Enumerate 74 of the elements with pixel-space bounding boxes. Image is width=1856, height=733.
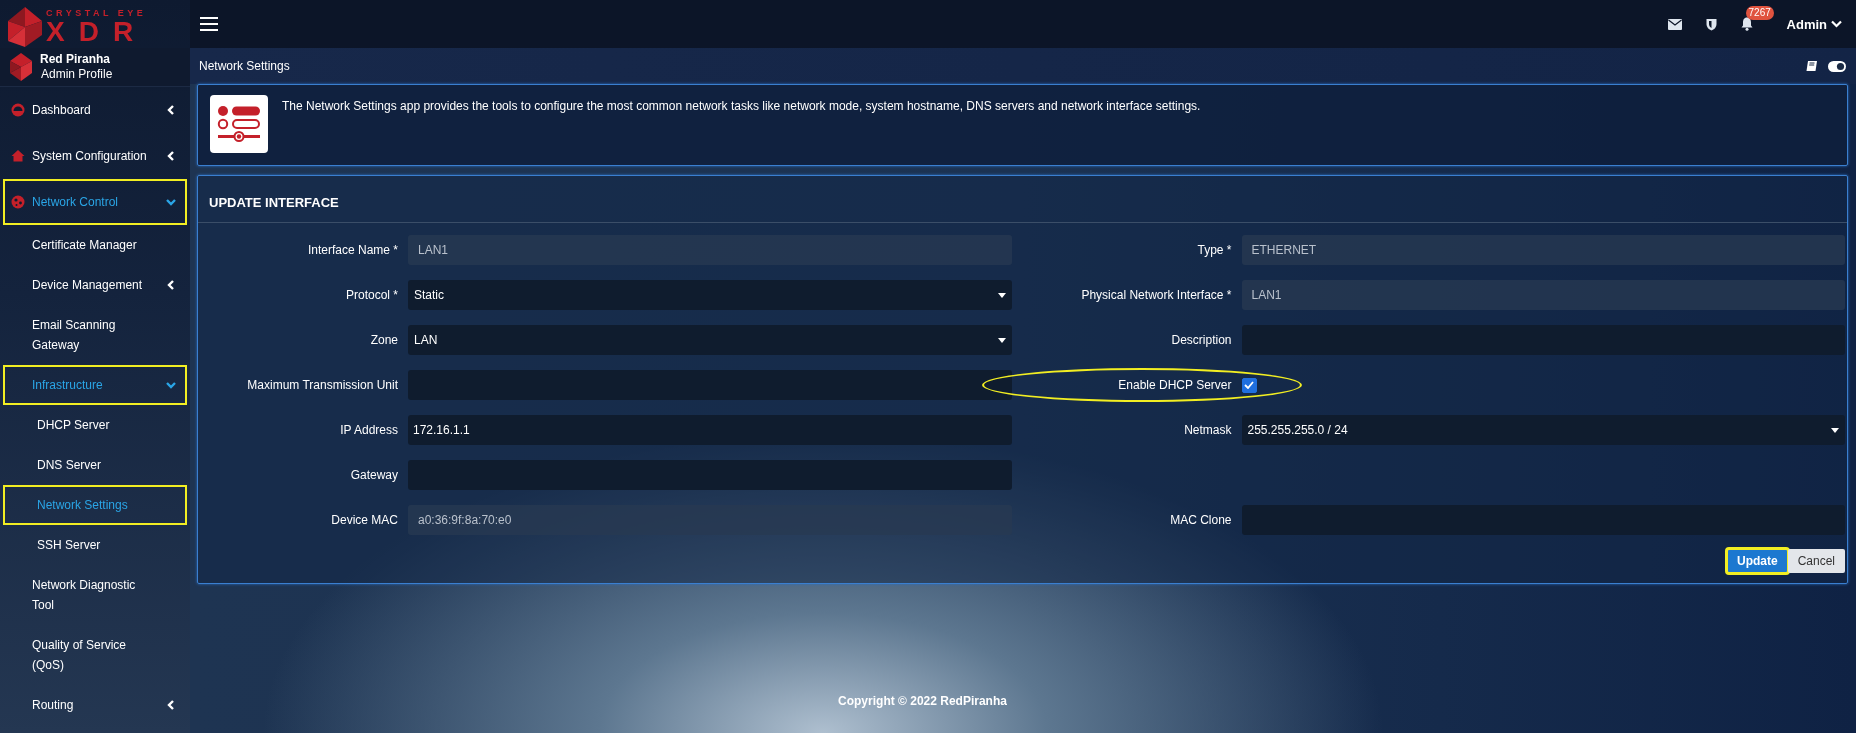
input-field[interactable] (1241, 325, 1845, 355)
sidebar-item[interactable]: Dashboard (3, 87, 187, 133)
caret-icon (997, 292, 1006, 298)
update-button[interactable]: Update (1726, 549, 1788, 573)
profile-role: Admin Profile (40, 67, 113, 82)
chevron-down-icon (165, 196, 177, 208)
menu-icon[interactable] (200, 17, 218, 31)
sidebar-item[interactable]: Infrastructure (3, 365, 187, 405)
dropdown-field[interactable]: Static (408, 280, 1012, 310)
field-label: MAC Clone (1169, 513, 1232, 527)
dropdown-field[interactable]: LAN (408, 325, 1012, 355)
app-description: The Network Settings app provides the tools to configure the most common network tasks like network mode, system hostname, DNS servers and network interface settings. (282, 99, 1201, 115)
field-label: Netmask (1183, 423, 1232, 437)
field-label: Interface Name * (306, 243, 398, 257)
shield-icon[interactable] (1705, 17, 1717, 31)
logo-wordmark: XDR (46, 17, 148, 46)
logo-tagline: CRYSTAL EYE (46, 8, 148, 18)
chevron-left-icon (165, 699, 177, 711)
user-menu[interactable]: Admin (1786, 16, 1842, 32)
input-field[interactable]: LAN1 (1241, 280, 1845, 310)
field-label: Description (1170, 333, 1232, 347)
input-field[interactable]: 172.16.1.1 (408, 415, 1012, 445)
sidebar-item[interactable]: Network Settings (3, 485, 187, 525)
sidebar-item[interactable]: Quality of Service (QoS) (3, 625, 187, 685)
input-field[interactable]: a0:36:9f:8a:70:e0 (408, 505, 1012, 535)
sidebar-item[interactable]: SSH Server (3, 525, 187, 565)
house-icon (11, 149, 25, 163)
chevron-left-icon (165, 279, 177, 291)
book-icon[interactable] (1806, 60, 1818, 72)
bell-icon[interactable] (1740, 17, 1753, 31)
sidebar-item[interactable]: Network Control (3, 179, 187, 225)
checkmark-icon (1244, 381, 1254, 389)
sidebar-item[interactable]: System Configuration (3, 133, 187, 179)
globe-icon (11, 195, 25, 209)
toggle-icon[interactable] (1828, 60, 1846, 72)
checkbox[interactable] (1241, 377, 1257, 393)
sidebar-item[interactable]: DNS Server (3, 445, 187, 485)
chevron-left-icon (165, 150, 177, 162)
logo-icon (8, 7, 42, 47)
field-label: Physical Network Interface * (1080, 288, 1232, 302)
cancel-button[interactable]: Cancel (1787, 549, 1845, 573)
input-field[interactable] (408, 460, 1012, 490)
sliders-icon (217, 105, 261, 143)
field-label: Type * (1196, 243, 1232, 257)
notification-count: 7267 (1745, 6, 1774, 20)
page-title: Network Settings (199, 59, 290, 73)
sidebar-item[interactable]: Email Scanning Gateway (3, 305, 187, 365)
chevron-down-icon (1831, 20, 1842, 28)
input-field[interactable] (408, 370, 1012, 400)
sidebar-item[interactable]: DHCP Server (3, 405, 187, 445)
sidebar-item[interactable]: Network Diagnostic Tool (3, 565, 187, 625)
input-field[interactable]: ETHERNET (1241, 235, 1845, 265)
profile-icon (10, 53, 32, 81)
field-label: Device MAC (330, 513, 398, 527)
input-field[interactable]: LAN1 (408, 235, 1012, 265)
field-label: Zone (369, 333, 398, 347)
caret-icon (1831, 427, 1839, 433)
field-label: Gateway (349, 468, 398, 482)
form-title: UPDATE INTERFACE (208, 194, 340, 212)
dropdown-field[interactable]: 255.255.255.0 / 24 (1241, 415, 1845, 445)
gauge-icon (11, 103, 25, 117)
field-label: Maximum Transmission Unit (246, 378, 398, 392)
mail-icon[interactable] (1667, 18, 1682, 30)
chevron-down-icon (165, 379, 177, 391)
field-label: Protocol * (344, 288, 398, 302)
copyright-text: Copyright © 2022 RedPiranha (838, 694, 1007, 708)
input-field[interactable] (1241, 505, 1845, 535)
field-label: IP Address (339, 423, 398, 437)
sidebar-item[interactable]: Routing (3, 685, 187, 725)
caret-icon (997, 337, 1006, 343)
chevron-left-icon (165, 104, 177, 116)
sidebar-item[interactable]: Device Management (3, 265, 187, 305)
profile-name: Red Piranha (40, 52, 112, 67)
sidebar-item[interactable]: Certificate Manager (3, 225, 187, 265)
